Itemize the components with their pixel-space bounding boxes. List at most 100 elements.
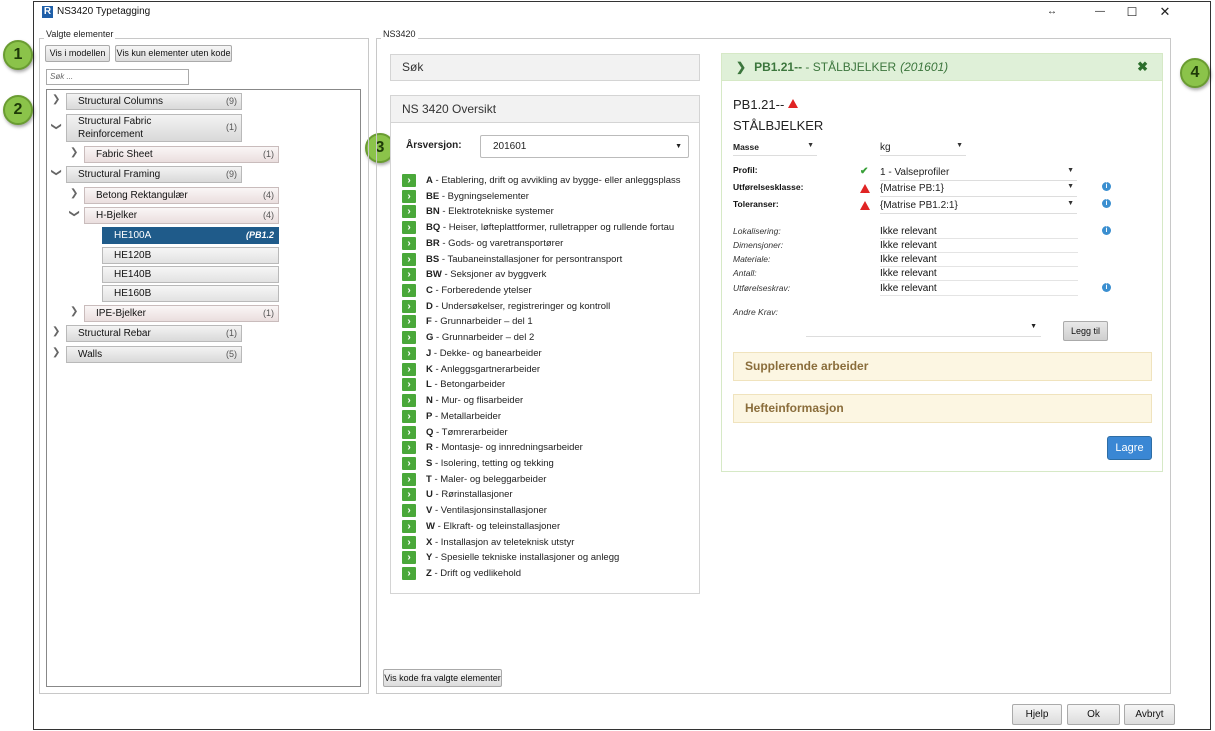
chevron-right-icon[interactable]: ❯ [70,188,78,199]
expand-arrow-icon[interactable]: › [402,284,416,298]
chevron-down-icon[interactable]: ❯ [51,122,62,130]
close-button[interactable]: ✕ [1155,4,1175,20]
revit-logo-icon: R [42,6,53,18]
tree-node-structural-columns[interactable]: Structural Columns (9) [66,93,242,110]
category-code: BN [426,206,440,218]
category-label: W - Elkraft- og teleinstallasjoner [426,520,560,534]
expand-arrow-icon[interactable]: › [402,346,416,360]
minimize-button[interactable]: — [1090,4,1110,20]
execution-class-select[interactable]: {Matrise PB:1} ▼ [880,183,1077,197]
tree-search-input[interactable]: Søk ... [46,69,189,85]
chevron-down-icon[interactable]: ❯ [51,168,62,176]
expand-arrow-icon[interactable]: › [402,174,416,187]
add-requirement-button[interactable]: Legg til [1063,321,1108,341]
tree-node-he120b[interactable]: HE120B [102,247,279,264]
category-name: - Tømrerarbeider [433,426,508,438]
show-uncoded-button[interactable]: Vis kun elementer uten kode [115,45,232,62]
expand-arrow-icon[interactable]: › [402,488,416,502]
chevron-down-icon[interactable]: ❯ [69,209,80,217]
expand-arrow-icon[interactable]: › [402,535,416,549]
expand-arrow-icon[interactable]: › [402,472,416,486]
expand-arrow-icon[interactable]: › [402,299,416,313]
ok-button[interactable]: Ok [1067,704,1120,725]
show-code-button[interactable]: Vis kode fra valgte elementer [383,669,502,687]
category-label: C - Forberedende ytelser [426,284,532,298]
expand-arrow-icon[interactable]: › [402,551,416,565]
expand-arrow-icon[interactable]: › [402,221,416,235]
booklet-info-section[interactable]: Hefteinformasjon [733,394,1152,423]
save-button[interactable]: Lagre [1107,436,1152,460]
chevron-right-icon[interactable]: ❯ [52,94,60,105]
tree-node-ipe-bjelker[interactable]: IPE-Bjelker (1) [84,305,279,322]
expand-arrow-icon[interactable]: › [402,205,416,219]
expand-arrow-icon[interactable]: › [402,252,416,266]
expand-arrow-icon[interactable]: › [402,519,416,533]
profile-select[interactable]: 1 - Valseprofiler ▼ [880,167,1077,181]
help-button[interactable]: Hjelp [1012,704,1062,725]
expand-arrow-icon[interactable]: › [402,425,416,439]
expand-arrow-icon[interactable]: › [402,441,416,455]
unit-select[interactable]: kg ▼ [880,142,966,156]
prop-label: Profil: [733,165,758,175]
tree-node-he140b[interactable]: HE140B [102,266,279,283]
field-value[interactable]: Ikke relevant [880,268,1078,281]
category-name: - Rørinstallasjoner [432,489,513,501]
category-label: S - Isolering, tetting og tekking [426,457,554,471]
prop-value: {Matrise PB:1} [880,183,944,194]
expand-arrow-icon[interactable]: › [402,409,416,423]
expand-arrow-icon[interactable]: › [402,331,416,345]
tree-node-walls[interactable]: Walls (5) [66,346,242,363]
field-value[interactable]: Ikke relevant [880,226,1078,239]
item-code: PB1.21-- [733,97,785,112]
tree-node-h-bjelker[interactable]: H-Bjelker (4) [84,207,279,224]
tree-node-fabric-sheet[interactable]: Fabric Sheet (1) [84,146,279,163]
expand-arrow-icon[interactable]: › [402,189,416,203]
year-select[interactable]: 201601 ▼ [480,135,689,158]
callout-1: 1 [3,40,33,70]
chevron-right-icon[interactable]: ❯ [52,326,60,337]
field-value[interactable]: Ikke relevant [880,254,1078,267]
tree-node-structural-framing[interactable]: Structural Framing (9) [66,166,242,183]
expand-arrow-icon[interactable]: › [402,567,416,580]
expand-arrow-icon[interactable]: › [402,236,416,250]
close-icon[interactable]: ✖ [1137,54,1148,80]
category-name: - Bygningselementer [439,190,529,202]
tree-node-structural-fabric-reinforcement[interactable]: Structural Fabric Reinforcement (1) [66,114,242,142]
expand-arrow-icon[interactable]: › [402,268,416,282]
category-label: U - Rørinstallasjoner [426,488,513,502]
category-label: A - Etablering, drift og avvikling av by… [426,174,681,188]
show-in-model-button[interactable]: Vis i modellen [45,45,110,62]
tree-node-betong-rektangulaer[interactable]: Betong Rektangulær (4) [84,187,279,204]
search-panel-header[interactable]: Søk [390,54,700,81]
expand-arrow-icon[interactable]: › [402,315,416,329]
info-icon[interactable]: i [1102,182,1111,191]
expand-arrow-icon[interactable]: › [402,504,416,518]
other-req-select[interactable]: ▼ [806,321,1041,337]
chevron-right-icon[interactable]: ❯ [52,347,60,358]
info-icon[interactable]: i [1102,226,1111,235]
tree-node-he100a[interactable]: HE100A (PB1.2 [102,227,279,244]
tree-node-he160b[interactable]: HE160B [102,285,279,302]
field-value[interactable]: Ikke relevant [880,283,1078,296]
info-icon[interactable]: i [1102,199,1111,208]
expand-arrow-icon[interactable]: › [402,456,416,470]
chevron-down-icon: ▼ [1067,167,1074,174]
expand-arrow-icon[interactable]: › [402,362,416,376]
category-label: R - Montasje- og innredningsarbeider [426,441,583,455]
field-value[interactable]: Ikke relevant [880,240,1078,253]
cancel-button[interactable]: Avbryt [1124,704,1175,725]
expand-arrow-icon[interactable]: › [402,394,416,408]
info-icon[interactable]: i [1102,283,1111,292]
tree-node-structural-rebar[interactable]: Structural Rebar (1) [66,325,242,342]
category-code: C [426,285,433,297]
detail-header[interactable]: ❯ PB1.21-- - STÅLBJELKER (201601) ✖ [721,53,1163,81]
maximize-button[interactable]: ☐ [1122,4,1142,20]
unit-type-select[interactable]: Masse ▼ [733,142,817,156]
supplementary-work-section[interactable]: Supplerende arbeider [733,352,1152,381]
resize-icon[interactable]: ↔ [1042,4,1062,20]
chevron-right-icon[interactable]: ❯ [70,147,78,158]
tolerances-select[interactable]: {Matrise PB1.2:1} ▼ [880,200,1077,214]
header-name: STÅLBJELKER [812,60,897,74]
chevron-right-icon[interactable]: ❯ [70,306,78,317]
expand-arrow-icon[interactable]: › [402,378,416,392]
